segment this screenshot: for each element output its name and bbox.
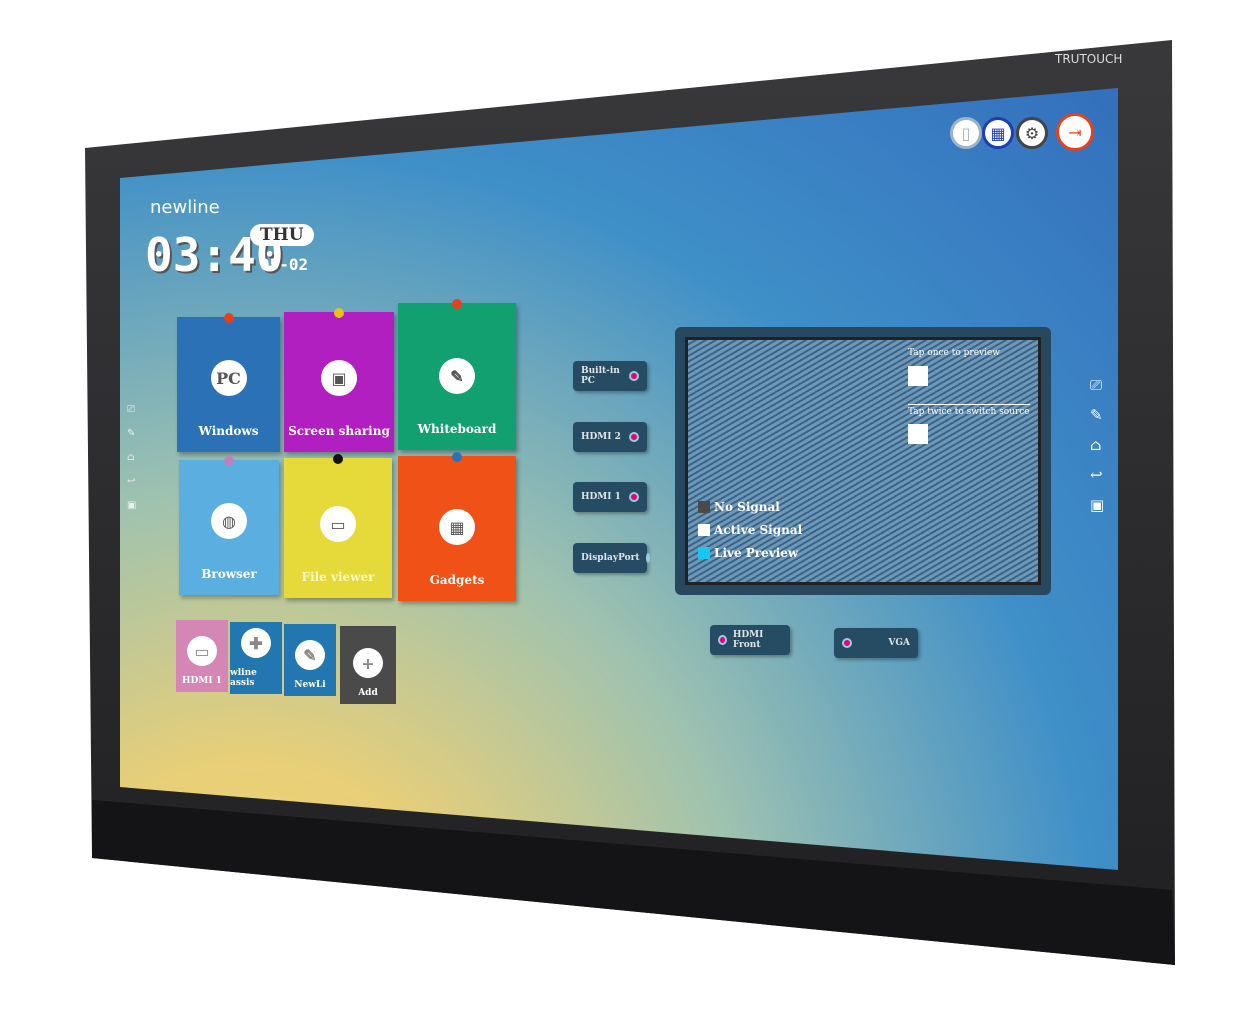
gear-button[interactable]: ⚙: [1016, 117, 1048, 149]
legend-swatch: [698, 547, 710, 559]
network-button[interactable]: ▦: [982, 117, 1014, 149]
source-label: HDMI 2: [581, 432, 621, 442]
left-home-icon[interactable]: ⌂: [127, 452, 135, 463]
left-pen-icon[interactable]: ✎: [127, 428, 135, 439]
source-label: HDMI Front: [732, 630, 764, 650]
newline-app-icon: ✎: [295, 640, 325, 670]
connector-dot-icon: [842, 638, 852, 648]
screen-share-icon: ▣: [321, 360, 357, 396]
shortcut-label: NewLi: [294, 680, 326, 690]
usb-icon: ▯: [961, 123, 971, 143]
connector-dot-icon: [629, 371, 639, 381]
legend-label: Active Signal: [714, 523, 803, 537]
shortcut-label: Add: [358, 688, 378, 698]
source-vga[interactable]: VGA: [834, 628, 918, 658]
tile-gadgets[interactable]: ▦ Gadgets: [398, 452, 516, 601]
day-badge: THU: [250, 224, 314, 246]
pin-icon: [452, 452, 462, 462]
date: 05-02: [260, 255, 309, 274]
legend-live-preview: Live Preview: [698, 546, 798, 560]
shortcut-label: HDMI 1: [182, 676, 222, 686]
source-preview-panel[interactable]: Tap once to preview Tap twice to switch …: [675, 327, 1051, 595]
exit-icon: ⇥: [1068, 122, 1082, 142]
connector-dot-icon: [629, 492, 639, 502]
legend-swatch: [698, 524, 710, 536]
tile-label: File viewer: [301, 570, 375, 584]
source-hdmi-front[interactable]: HDMI Front: [710, 625, 790, 655]
annotate-icon[interactable]: ⎚: [1090, 376, 1102, 394]
double-tap-hand-icon: [908, 424, 928, 444]
grid-icon: ▦: [439, 509, 475, 545]
connector-dot-icon: [645, 553, 650, 563]
source-label: DisplayPort: [581, 553, 640, 563]
pin-icon: [452, 299, 462, 309]
pin-icon: [224, 456, 234, 466]
pen-icon[interactable]: ✎: [1090, 406, 1103, 424]
newline-assistant-icon: ✚: [241, 628, 271, 658]
pin-icon: [334, 308, 344, 318]
tile-label: Whiteboard: [417, 422, 497, 436]
usb-button[interactable]: ▯: [950, 117, 982, 149]
tap-hand-icon: [908, 366, 928, 386]
tile-file-viewer[interactable]: ▭ File viewer: [284, 454, 392, 598]
left-source-icon[interactable]: ▣: [127, 500, 136, 511]
source-label: Built-in PC: [581, 366, 620, 386]
gear-icon: ⚙: [1024, 123, 1040, 143]
connector-dot-icon: [718, 635, 727, 645]
legend-label: No Signal: [714, 500, 780, 514]
source-label: HDMI 1: [581, 492, 621, 502]
source-label: VGA: [888, 638, 910, 648]
pin-icon: [333, 454, 343, 464]
pen-icon: ✎: [439, 358, 475, 394]
network-icon: ▦: [990, 123, 1006, 143]
hdmi-icon: ▭: [187, 636, 217, 666]
shortcut-label: wline assis: [230, 668, 257, 688]
legend-swatch: [698, 501, 710, 513]
pin-icon: [223, 313, 234, 323]
legend-label: Live Preview: [714, 546, 799, 560]
source-hdmi-1[interactable]: HDMI 1: [573, 482, 647, 512]
connector-dot-icon: [629, 432, 639, 442]
brand-label: TRUTOUCH: [1055, 52, 1123, 66]
source-hdmi-2[interactable]: HDMI 2: [573, 422, 647, 452]
shortcut-hdmi-1[interactable]: ▭ HDMI 1: [176, 620, 228, 692]
tile-whiteboard[interactable]: ✎ Whiteboard: [398, 299, 516, 450]
tile-label: Gadgets: [429, 573, 485, 587]
globe-icon: ◍: [211, 503, 247, 539]
exit-button[interactable]: ⇥: [1056, 113, 1094, 151]
tile-windows[interactable]: PC Windows: [177, 313, 280, 452]
tile-browser[interactable]: ◍ Browser: [179, 456, 279, 595]
legend-active-signal: Active Signal: [698, 523, 802, 537]
left-back-icon[interactable]: ↩: [127, 476, 135, 487]
newline-logo: newline: [150, 197, 220, 218]
legend-no-signal: No Signal: [698, 500, 780, 514]
hint-tap-twice: Tap twice to switch source: [908, 404, 1030, 417]
shortcut-newli[interactable]: ✎ NewLi: [284, 624, 336, 696]
pc-icon: PC: [210, 360, 247, 396]
tile-label: Windows: [198, 424, 259, 438]
preview-area[interactable]: Tap once to preview Tap twice to switch …: [685, 337, 1041, 585]
left-annotate-icon[interactable]: ⎚: [127, 404, 135, 415]
plus-icon: +: [353, 648, 383, 678]
shortcut-wline-assis[interactable]: ✚ wline assis: [230, 622, 282, 694]
source-icon[interactable]: ▣: [1090, 496, 1104, 514]
source-built-in-pc[interactable]: Built-in PC: [573, 361, 647, 391]
hint-tap-once: Tap once to preview: [908, 348, 1001, 358]
tile-screen-sharing[interactable]: ▣ Screen sharing: [284, 308, 394, 452]
tile-label: Browser: [201, 567, 257, 581]
home-icon[interactable]: ⌂: [1090, 436, 1101, 454]
back-icon[interactable]: ↩: [1090, 466, 1103, 484]
folder-icon: ▭: [320, 506, 356, 542]
tile-label: Screen sharing: [288, 424, 390, 438]
shortcut-add[interactable]: + Add: [340, 626, 396, 704]
source-displayport[interactable]: DisplayPort: [573, 543, 650, 573]
